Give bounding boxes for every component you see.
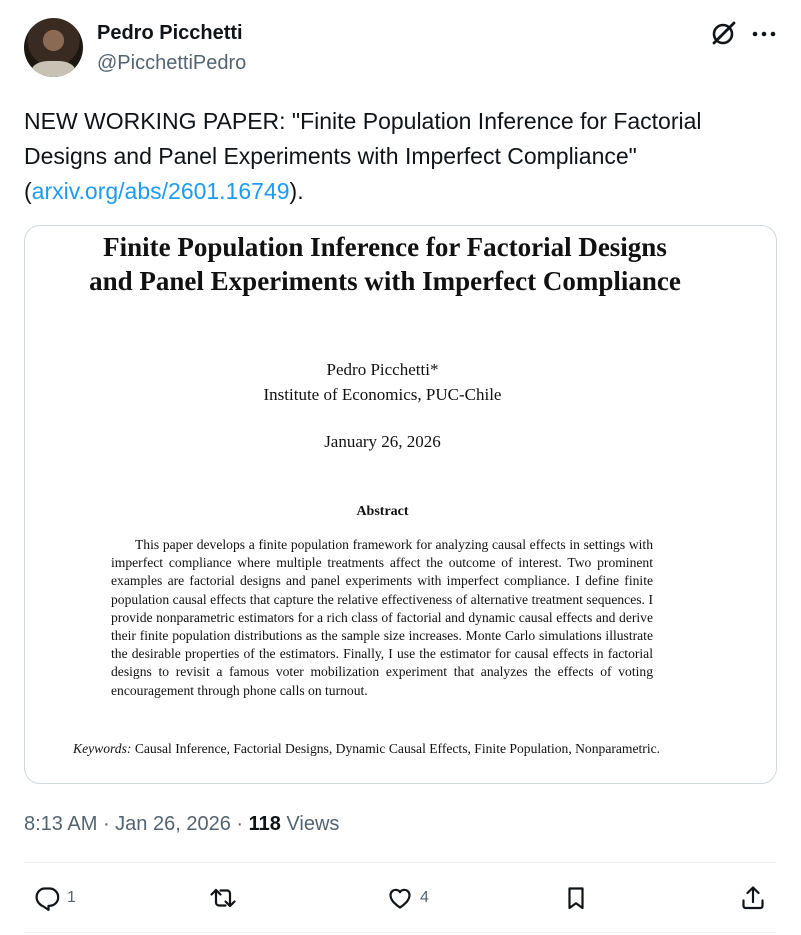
avatar[interactable] — [24, 18, 83, 77]
tweet-text-end: ). — [289, 178, 304, 204]
retweet-icon — [210, 888, 236, 908]
tweet-date[interactable]: Jan 26, 2026 — [115, 813, 231, 835]
tweet-time[interactable]: 8:13 AM — [24, 813, 97, 835]
paper-date: January 26, 2026 — [324, 432, 441, 451]
arxiv-link[interactable]: arxiv.org/abs/2601.16749 — [32, 178, 290, 204]
more-horizontal-icon[interactable] — [751, 22, 777, 46]
reply-button[interactable]: 1 — [33, 880, 76, 916]
paper-affiliation: Institute of Economics, PUC-Chile — [263, 385, 502, 404]
like-count: 4 — [420, 889, 429, 906]
reply-icon — [35, 887, 60, 911]
like-button[interactable]: 4 — [386, 880, 429, 916]
abstract-heading: Abstract — [356, 504, 409, 519]
paper-page: Finite Population Inference for Factoria… — [25, 226, 776, 783]
meta-separator: · — [230, 813, 249, 835]
retweet-button[interactable] — [209, 880, 243, 916]
heart-icon — [389, 888, 411, 909]
bookmark-button[interactable] — [562, 880, 590, 916]
views-label: Views — [280, 813, 340, 835]
share-icon — [742, 886, 764, 910]
divider — [24, 862, 776, 863]
author-handle[interactable]: @PicchettiPedro — [97, 52, 246, 75]
views-count: 118 — [248, 813, 281, 835]
bookmark-icon — [568, 887, 584, 910]
share-button[interactable] — [739, 880, 767, 916]
divider — [24, 932, 776, 933]
author-name[interactable]: Pedro Picchetti — [97, 22, 243, 45]
grok-icon[interactable] — [709, 20, 737, 48]
paper-author: Pedro Picchetti* — [326, 360, 439, 379]
reply-count: 1 — [67, 889, 76, 906]
abstract-text: This paper develops a finite population … — [111, 537, 653, 698]
tweet-text: NEW WORKING PAPER: "Finite Population In… — [24, 104, 774, 209]
keywords-label: Keywords: — [73, 741, 132, 756]
tweet-media-image[interactable]: Finite Population Inference for Factoria… — [24, 225, 777, 784]
meta-separator: · — [97, 813, 116, 835]
keywords: Keywords: Causal Inference, Factorial De… — [73, 740, 713, 758]
paper-title: Finite Population Inference for Factoria… — [89, 232, 681, 296]
keywords-list: Causal Inference, Factorial Designs, Dyn… — [134, 741, 661, 756]
tweet-meta: 8:13 AM · Jan 26, 2026 · 118 Views — [24, 813, 339, 836]
